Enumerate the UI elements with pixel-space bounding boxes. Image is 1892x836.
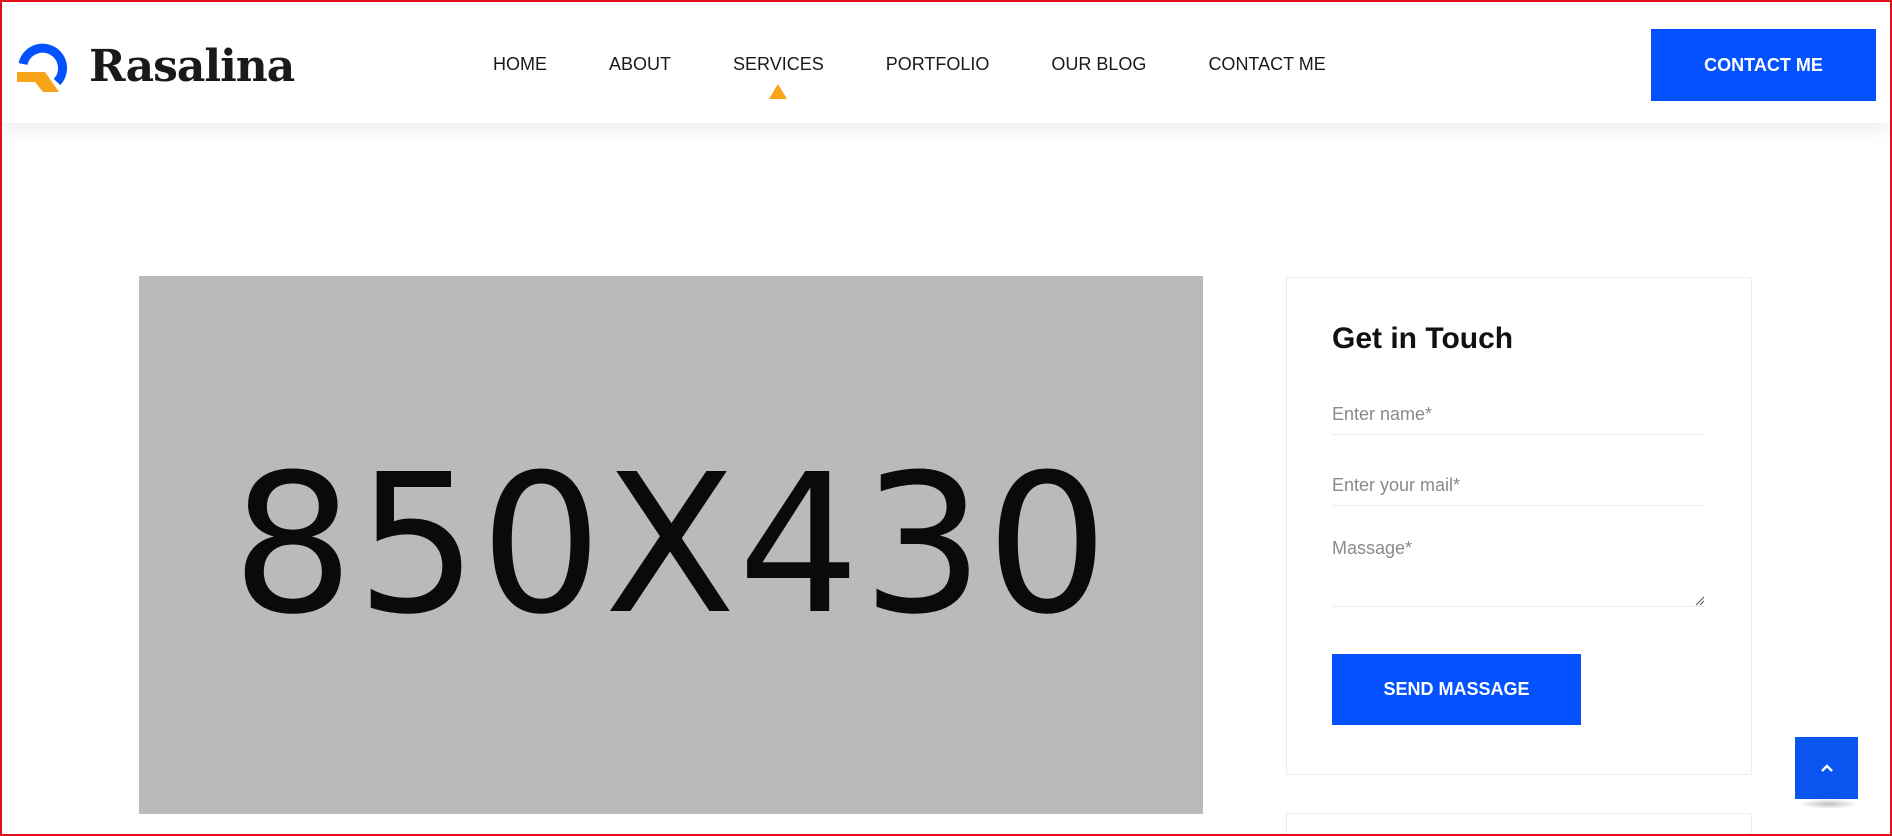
rasalina-logo-icon <box>17 43 68 92</box>
chevron-up-icon <box>1820 764 1833 772</box>
nav-item-contact-me[interactable]: CONTACT ME <box>1208 54 1325 75</box>
name-input[interactable] <box>1332 395 1705 435</box>
contact-me-button[interactable]: CONTACT ME <box>1651 29 1876 101</box>
widget-title: Get in Touch <box>1332 322 1514 355</box>
site-header: Rasalina HOME ABOUT SERVICES PORTFOLIO O… <box>2 2 1890 123</box>
message-textarea[interactable] <box>1332 537 1705 607</box>
placeholder-image-label: 850X430 <box>231 433 1111 657</box>
email-input[interactable] <box>1332 466 1705 506</box>
sidebar-widget-next <box>1286 813 1752 834</box>
nav-item-home[interactable]: HOME <box>493 54 547 75</box>
contact-widget: Get in Touch SEND MASSAGE <box>1286 277 1752 775</box>
nav-item-our-blog[interactable]: OUR BLOG <box>1051 54 1146 75</box>
scroll-to-top-button[interactable] <box>1795 737 1858 799</box>
nav-item-about[interactable]: ABOUT <box>609 54 671 75</box>
main-nav: HOME ABOUT SERVICES PORTFOLIO OUR BLOG C… <box>493 54 1326 99</box>
send-message-button[interactable]: SEND MASSAGE <box>1332 654 1581 725</box>
active-caret-icon <box>769 84 788 99</box>
scroll-top-shadow <box>1799 799 1859 809</box>
nav-item-services[interactable]: SERVICES <box>733 54 824 99</box>
brand-name: Rasalina <box>89 40 295 92</box>
logo-link[interactable]: Rasalina <box>15 38 295 94</box>
nav-item-portfolio[interactable]: PORTFOLIO <box>886 54 990 75</box>
nav-item-services-label: SERVICES <box>733 54 824 74</box>
placeholder-image: 850X430 <box>139 276 1203 814</box>
page: Rasalina HOME ABOUT SERVICES PORTFOLIO O… <box>0 0 1892 836</box>
